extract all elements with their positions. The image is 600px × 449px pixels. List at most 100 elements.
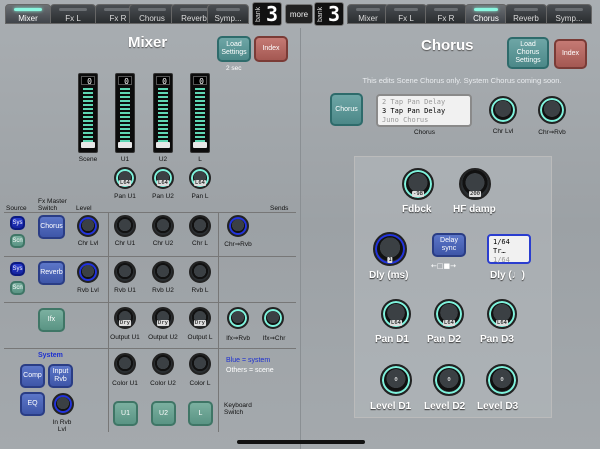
chorus-type-item[interactable]: 2 Tap Pan Delay (382, 98, 466, 107)
output-u1-knob[interactable]: Dry (114, 307, 136, 329)
level-d1-label: Level D1 (370, 401, 412, 412)
in-rvb-lvl-label: In Rvb Lvl (52, 419, 72, 433)
comp-button[interactable]: Comp (20, 364, 45, 388)
ifx-to-rvb-knob[interactable] (227, 307, 249, 329)
hf-damp-label: HF damp (453, 204, 496, 215)
pane-divider (300, 28, 301, 449)
fader-u2-label: U2 (158, 156, 168, 163)
load-settings-button[interactable]: Load Settings (217, 36, 251, 62)
delay-sync-button[interactable]: Delay sync (432, 233, 466, 257)
legend-blue: Blue = system (226, 357, 271, 364)
tab-chorus-right[interactable]: Chorus (465, 4, 507, 24)
pan-d3-knob[interactable]: L64 (487, 299, 517, 329)
rvb-u1-label: Rvb U1 (114, 287, 136, 294)
bank-selector-left[interactable]: bank 3 (252, 2, 282, 26)
chr-lvl-knob[interactable] (77, 215, 99, 237)
tab-fx-r-right[interactable]: Fx R (425, 4, 467, 24)
chr-to-rvb-knob[interactable] (227, 215, 249, 237)
rvb-u2-knob[interactable] (152, 261, 174, 283)
rvb-l-label: Rvb L (191, 287, 209, 294)
pan-u1-label: Pan U1 (114, 193, 136, 200)
pan-u2-knob[interactable]: L64 (152, 167, 174, 189)
tab-led (59, 8, 87, 11)
tab-led (104, 8, 132, 11)
more-button[interactable]: more (285, 4, 313, 24)
fader-scene[interactable]: 0 (78, 73, 98, 153)
color-u2-knob[interactable] (152, 353, 174, 375)
mixer-title: Mixer (128, 34, 168, 51)
input-rvb-button[interactable]: Input Rvb (48, 364, 73, 388)
chorus-list-label: Chorus (414, 129, 435, 136)
output-u2-label: Output U2 (148, 334, 178, 341)
chorus-sys-button[interactable]: Sys (10, 216, 25, 230)
chr-l-knob[interactable] (189, 215, 211, 237)
rvb-u1-knob[interactable] (114, 261, 136, 283)
keyboard-u1-button[interactable]: U1 (113, 401, 138, 426)
dly-ms-knob[interactable]: 1 (373, 232, 407, 266)
output-l-knob[interactable]: Dry (189, 307, 211, 329)
pan-d3-label: Pan D3 (480, 334, 514, 345)
switch-header: Switch (38, 205, 58, 212)
tab-fx-l-left[interactable]: Fx L (50, 4, 96, 24)
load-chorus-settings-button[interactable]: Load Chorus Settings (507, 37, 549, 69)
rvb-lvl-knob[interactable] (77, 261, 99, 283)
pan-d2-knob[interactable]: L64 (434, 299, 464, 329)
reverb-switch-button[interactable]: Reverb (38, 261, 65, 285)
ifx-to-chr-knob[interactable] (262, 307, 284, 329)
level-d3-knob[interactable]: 0 (486, 364, 518, 396)
ifx-button[interactable]: Ifx (38, 308, 65, 332)
fdbck-knob[interactable]: -98 (402, 168, 434, 200)
chorus-switch-button[interactable]: Chorus (38, 215, 65, 239)
home-indicator[interactable] (237, 440, 365, 444)
fader-l[interactable]: 0 (190, 73, 210, 153)
bank-selector-right[interactable]: bank 3 (314, 2, 344, 26)
dly-note-item[interactable]: 1/64 (493, 256, 525, 265)
tab-led (555, 8, 583, 11)
sync-indicator-icon: ←□■→ (431, 262, 456, 270)
ifx-to-chr-label: Ifx⇒Chr (262, 335, 286, 342)
in-rvb-lvl-knob[interactable] (52, 393, 74, 415)
chorus-type-item-selected[interactable]: 3 Tap Pan Delay (382, 107, 466, 116)
pan-u1-knob[interactable]: L64 (114, 167, 136, 189)
tab-mixer-right[interactable]: Mixer (347, 4, 389, 24)
tab-reverb-right[interactable]: Reverb (505, 4, 547, 24)
dly-note-item[interactable]: 1/64 Tr… (493, 238, 525, 256)
chorus-enable-button[interactable]: Chorus (330, 93, 363, 126)
level-d1-knob[interactable]: 0 (380, 364, 412, 396)
tab-symp-left[interactable]: Symp... (207, 4, 249, 24)
chr-to-rvb-knob-right[interactable] (538, 96, 566, 124)
chorus-index-button[interactable]: Index (554, 39, 587, 69)
tab-mixer-left[interactable]: Mixer (5, 4, 51, 24)
tab-symp-right[interactable]: Symp... (546, 4, 592, 24)
tab-chorus-left[interactable]: Chorus (129, 4, 175, 24)
chr-lvl-knob-right[interactable] (489, 96, 517, 124)
divider (4, 348, 296, 349)
output-u2-knob[interactable]: Dry (152, 307, 174, 329)
chorus-scn-button[interactable]: Scn (10, 234, 25, 248)
eq-button[interactable]: EQ (20, 392, 45, 416)
chr-u2-knob[interactable] (152, 215, 174, 237)
chr-u1-knob[interactable] (114, 215, 136, 237)
keyboard-l-button[interactable]: L (188, 401, 213, 426)
chr-lvl-label: Chr Lvl (77, 240, 99, 247)
reverb-scn-button[interactable]: Scn (10, 281, 25, 295)
dly-note-list[interactable]: 1/64 Tr… 1/64 (487, 234, 531, 264)
level-d2-knob[interactable]: 0 (433, 364, 465, 396)
fader-u2[interactable]: 0 (153, 73, 173, 153)
pan-l-knob[interactable]: L64 (189, 167, 211, 189)
chorus-type-item[interactable]: Juno Chorus (382, 116, 466, 125)
color-u1-knob[interactable] (114, 353, 136, 375)
tab-led (180, 8, 208, 11)
rvb-u2-label: Rvb U2 (152, 287, 174, 294)
chorus-type-list[interactable]: 2 Tap Pan Delay 3 Tap Pan Delay Juno Cho… (376, 94, 472, 127)
hf-damp-knob[interactable]: 200 (459, 168, 491, 200)
reverb-sys-button[interactable]: Sys (10, 262, 25, 276)
keyboard-switch-label: Keyboard Switch (224, 402, 252, 416)
color-l-knob[interactable] (189, 353, 211, 375)
fader-u1[interactable]: 0 (115, 73, 135, 153)
keyboard-u2-button[interactable]: U2 (151, 401, 176, 426)
tab-fx-l-right[interactable]: Fx L (385, 4, 427, 24)
pan-d1-knob[interactable]: L64 (381, 299, 411, 329)
index-button[interactable]: Index (254, 36, 288, 62)
rvb-l-knob[interactable] (189, 261, 211, 283)
